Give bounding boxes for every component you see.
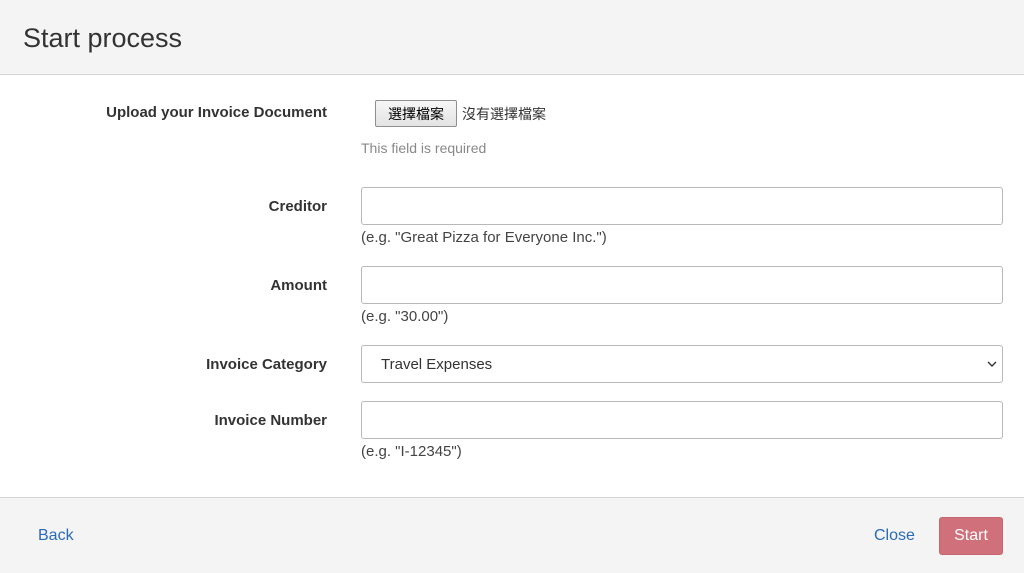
file-status-text: 沒有選擇檔案 bbox=[462, 107, 546, 123]
invoice-category-select[interactable]: Travel Expenses bbox=[361, 345, 1003, 383]
choose-file-button[interactable]: 選擇檔案 bbox=[375, 100, 457, 127]
invoice-number-help: (e.g. "I-12345") bbox=[361, 443, 462, 460]
start-button[interactable]: Start bbox=[939, 517, 1003, 555]
invoice-number-input[interactable] bbox=[361, 401, 1003, 439]
back-button[interactable]: Back bbox=[38, 527, 74, 545]
close-button[interactable]: Close bbox=[874, 527, 915, 545]
creditor-help: (e.g. "Great Pizza for Everyone Inc.") bbox=[361, 229, 607, 246]
dialog-footer bbox=[0, 497, 1024, 573]
upload-label: Upload your Invoice Document bbox=[106, 104, 327, 121]
amount-input[interactable] bbox=[361, 266, 1003, 304]
dialog-header: Start process bbox=[0, 0, 1024, 75]
invoice-category-label: Invoice Category bbox=[206, 356, 327, 373]
start-process-dialog: Start process Upload your Invoice Docume… bbox=[0, 0, 1024, 573]
upload-required-message: This field is required bbox=[361, 140, 487, 156]
dialog-title: Start process bbox=[23, 23, 183, 53]
creditor-label: Creditor bbox=[268, 198, 327, 215]
amount-label: Amount bbox=[270, 277, 327, 294]
amount-help: (e.g. "30.00") bbox=[361, 308, 449, 325]
chevron-down-icon bbox=[987, 361, 997, 367]
invoice-number-label: Invoice Number bbox=[214, 412, 327, 429]
creditor-input[interactable] bbox=[361, 187, 1003, 225]
invoice-category-selected-value: Travel Expenses bbox=[381, 356, 493, 373]
